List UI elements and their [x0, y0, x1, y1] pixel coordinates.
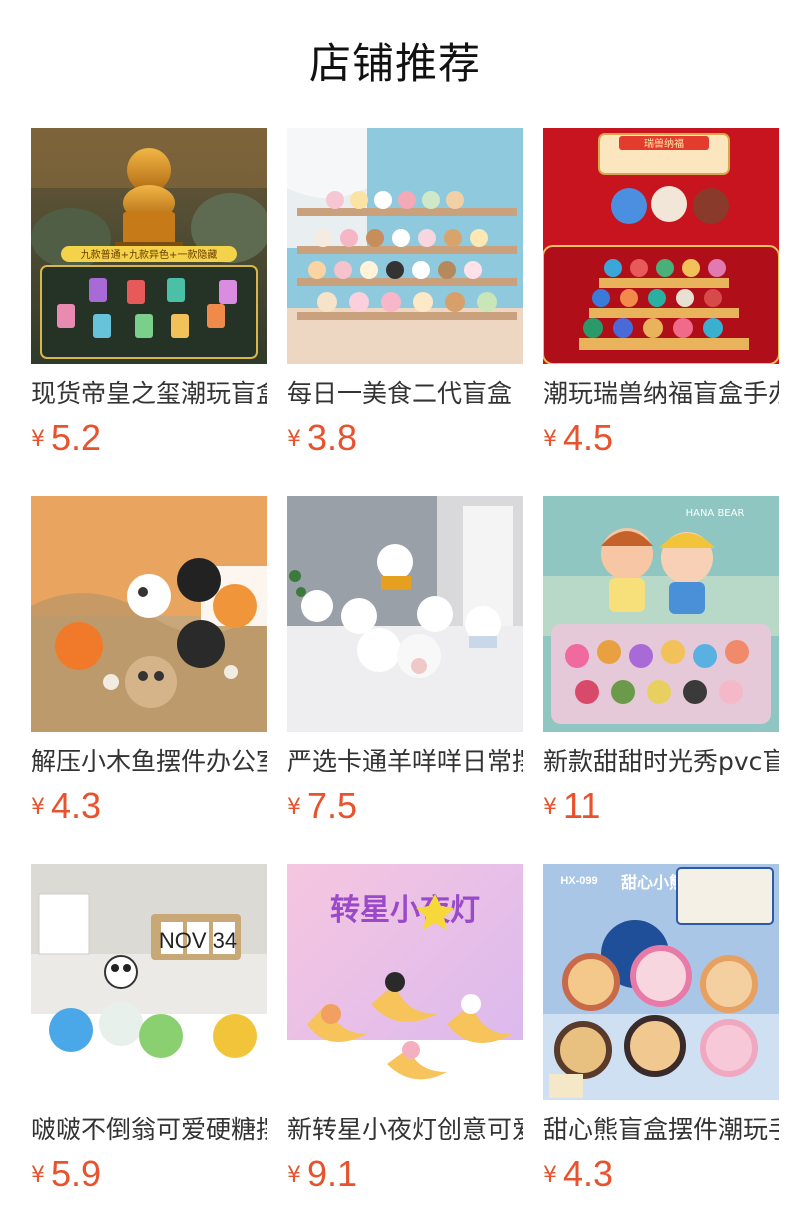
product-price: ¥4.5	[543, 416, 613, 460]
product-name[interactable]: 啵啵不倒翁可爱硬糖摆件	[31, 1112, 267, 1148]
product-price: ¥3.8	[287, 416, 357, 460]
product-image-food-figures[interactable]	[287, 128, 523, 364]
product-grid: 九款普通+九款异色+一款隐藏 现货帝皇之玺潮玩盲盒 ¥5.2 每日一美食二代盲盒…	[31, 128, 781, 1232]
product-image-night-light[interactable]: 转星小夜灯	[287, 864, 523, 1100]
product-image-tumbler[interactable]: NOV 34	[31, 864, 267, 1100]
banner-text: 瑞兽纳福	[644, 137, 684, 150]
product-card[interactable]: 解压小木鱼摆件办公室 ¥4.3	[31, 496, 267, 864]
currency-symbol: ¥	[31, 795, 45, 820]
product-price: ¥4.3	[543, 1152, 613, 1196]
currency-symbol: ¥	[287, 1163, 301, 1188]
currency-symbol: ¥	[543, 1163, 557, 1188]
page-title: 店铺推荐	[308, 39, 481, 88]
price-amount: 4.3	[563, 1153, 614, 1194]
product-card[interactable]: NOV 34 啵啵不倒翁可爱硬糖摆件 ¥5.9	[31, 864, 267, 1232]
product-price: ¥4.3	[31, 784, 101, 828]
product-card[interactable]: 转星小夜灯 新转星小夜灯创意可爱 ¥9.1	[287, 864, 523, 1232]
product-card[interactable]: HX-099 甜心小熊 甜心熊盲盒摆件潮玩手办 ¥4.3	[543, 864, 779, 1232]
currency-symbol: ¥	[543, 427, 557, 452]
product-name[interactable]: 甜心熊盲盒摆件潮玩手办	[543, 1112, 779, 1148]
banner-text: HANA BEAR	[686, 508, 745, 519]
currency-symbol: ¥	[287, 795, 301, 820]
price-amount: 9.1	[307, 1153, 358, 1194]
price-amount: 11	[563, 785, 601, 826]
product-card[interactable]: 严选卡通羊咩咩日常摆件 ¥7.5	[287, 496, 523, 864]
product-card[interactable]: 每日一美食二代盲盒 ¥3.8	[287, 128, 523, 496]
currency-symbol: ¥	[287, 427, 301, 452]
product-price: ¥5.9	[31, 1152, 101, 1196]
price-amount: 4.5	[563, 417, 614, 458]
product-name[interactable]: 解压小木鱼摆件办公室	[31, 744, 267, 780]
price-amount: 5.2	[51, 417, 102, 458]
price-amount: 3.8	[307, 417, 358, 458]
banner-text: 九款普通+九款异色+一款隐藏	[81, 248, 218, 261]
product-image-wooden-fish[interactable]	[31, 496, 267, 732]
product-name[interactable]: 新转星小夜灯创意可爱	[287, 1112, 523, 1148]
banner-text: 转星小夜灯	[330, 893, 480, 928]
currency-symbol: ¥	[543, 795, 557, 820]
product-name[interactable]: 现货帝皇之玺潮玩盲盒	[31, 376, 267, 412]
price-amount: 7.5	[307, 785, 358, 826]
banner-text: 甜心小熊	[621, 873, 685, 892]
product-price: ¥9.1	[287, 1152, 357, 1196]
product-name[interactable]: 严选卡通羊咩咩日常摆件	[287, 744, 523, 780]
product-price: ¥7.5	[287, 784, 357, 828]
tag-text: HX-099	[560, 875, 597, 887]
calendar-text: NOV 34	[159, 928, 237, 953]
product-card[interactable]: 瑞兽纳福 潮玩瑞兽纳福盲盒手办 ¥ 4.5	[543, 128, 779, 496]
product-card[interactable]: 九款普通+九款异色+一款隐藏 现货帝皇之玺潮玩盲盒 ¥5.2	[31, 128, 267, 496]
product-price: ¥5.2	[31, 416, 101, 460]
product-name[interactable]: 潮玩瑞兽纳福盲盒手办	[543, 376, 779, 412]
currency-symbol: ¥	[31, 427, 45, 452]
price-amount: 4.3	[51, 785, 102, 826]
product-card[interactable]: HANA BEAR 新款甜甜时光秀pvc盲 ¥ 11	[543, 496, 779, 864]
product-image-lucky-beast[interactable]: 瑞兽纳福	[543, 128, 779, 364]
currency-symbol: ¥	[31, 1163, 45, 1188]
product-price: ¥11	[543, 784, 600, 828]
product-image-dragon-seal[interactable]: 九款普通+九款异色+一款隐藏	[31, 128, 267, 364]
product-image-sweet-time[interactable]: HANA BEAR	[543, 496, 779, 732]
product-name[interactable]: 每日一美食二代盲盒	[287, 376, 523, 412]
product-image-sweetheart-bears[interactable]: HX-099 甜心小熊	[543, 864, 779, 1100]
product-name[interactable]: 新款甜甜时光秀pvc盲盒	[543, 744, 779, 780]
price-amount: 5.9	[51, 1153, 102, 1194]
product-image-sheep[interactable]	[287, 496, 523, 732]
